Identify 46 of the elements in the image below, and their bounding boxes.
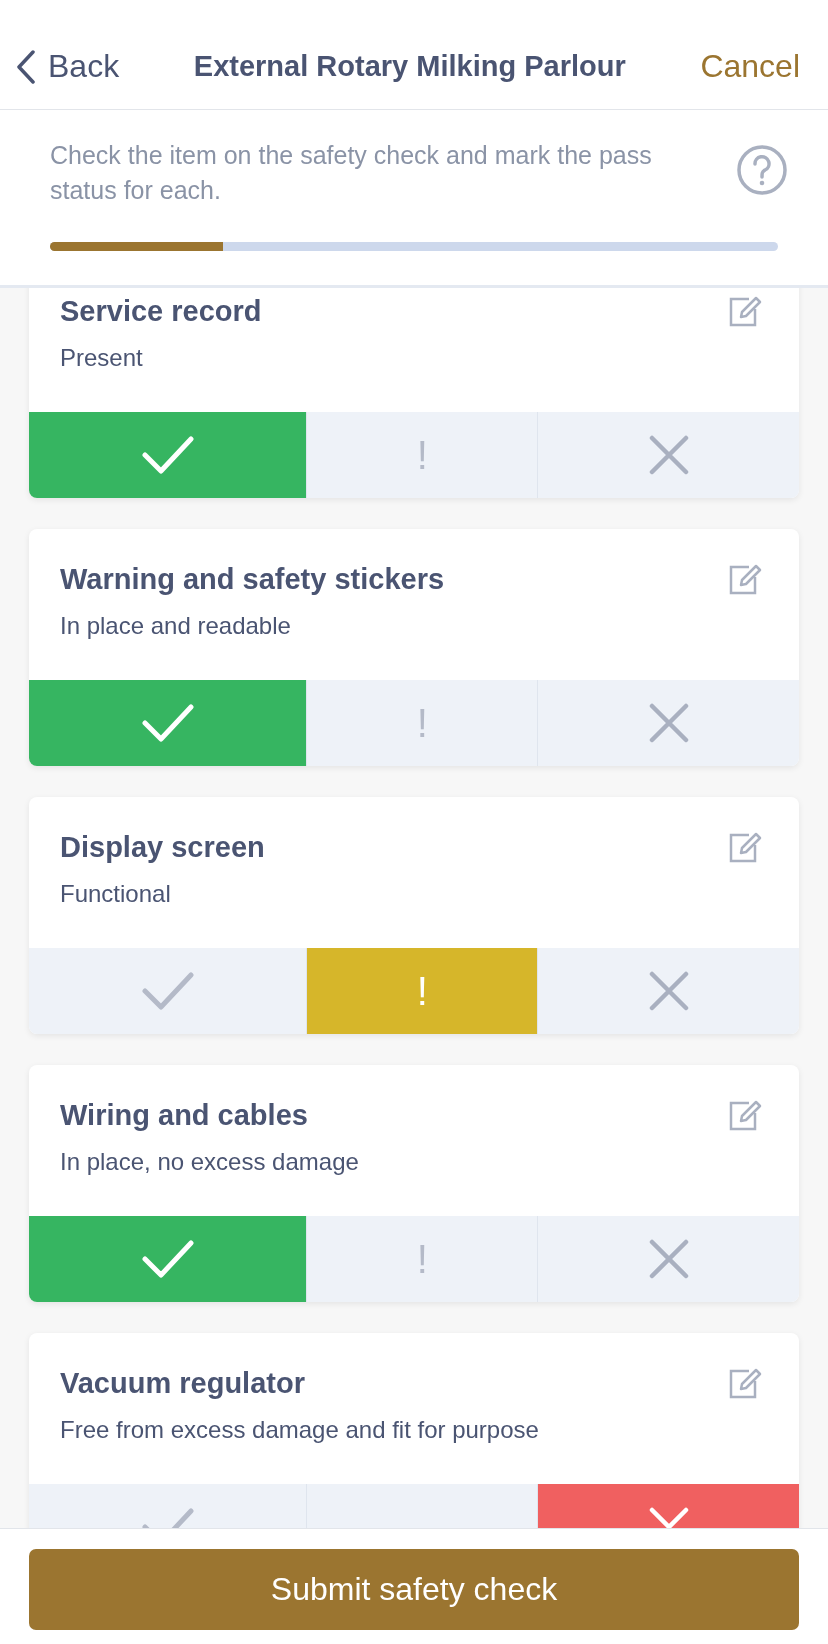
edit-icon[interactable]: [727, 295, 763, 329]
check-icon: [141, 435, 194, 475]
check-icon: [141, 703, 194, 743]
close-icon: [648, 435, 689, 475]
warning-button[interactable]: !: [306, 1216, 538, 1302]
instruction-text: Check the item on the safety check and mark the pass status for each.: [50, 140, 653, 206]
item-title: Warning and safety stickers: [60, 563, 445, 596]
check-icon: [141, 1239, 194, 1279]
exclamation-mark: !: [416, 432, 428, 478]
item-title: Service record: [60, 295, 262, 328]
fail-button[interactable]: [537, 412, 799, 498]
item-detail: Present: [60, 344, 144, 372]
screen-title: External Rotary Milking Parlour: [193, 50, 626, 83]
exclamation-mark: !: [416, 700, 428, 746]
close-icon: [648, 971, 689, 1011]
close-icon: [648, 703, 689, 743]
fail-button[interactable]: [537, 680, 799, 766]
item-detail: Free from excess damage and fit for purpose: [60, 1416, 539, 1444]
fail-button[interactable]: [537, 948, 799, 1034]
item-detail: In place and readable: [60, 612, 292, 640]
warning-button[interactable]: !: [306, 948, 538, 1034]
pass-button[interactable]: [29, 412, 307, 498]
check-icon: [141, 971, 194, 1011]
fail-button[interactable]: [537, 1216, 799, 1302]
item-title: Vacuum regulator: [60, 1367, 306, 1400]
edit-icon[interactable]: [727, 563, 763, 597]
exclamation-mark: !: [416, 968, 428, 1014]
close-icon: [648, 1239, 689, 1279]
back-chevron-icon: [16, 49, 36, 84]
item-detail: Functional: [60, 880, 172, 908]
item-detail: In place, no excess damage: [60, 1148, 359, 1176]
edit-icon[interactable]: [727, 1367, 763, 1401]
submit-button[interactable]: Submit safety check: [29, 1549, 799, 1630]
edit-icon[interactable]: [727, 831, 763, 865]
warning-button[interactable]: !: [306, 412, 538, 498]
pass-button[interactable]: [29, 1216, 307, 1302]
item-title: Display screen: [60, 831, 265, 864]
cancel-link[interactable]: Cancel: [700, 48, 800, 85]
pass-button[interactable]: [29, 680, 307, 766]
warning-button[interactable]: !: [306, 680, 538, 766]
edit-icon[interactable]: [727, 1099, 763, 1133]
help-icon[interactable]: [736, 144, 788, 196]
back-link[interactable]: Back: [16, 48, 120, 85]
pass-button[interactable]: [29, 948, 307, 1034]
exclamation-mark: !: [416, 1236, 428, 1282]
item-title: Wiring and cables: [60, 1099, 309, 1132]
